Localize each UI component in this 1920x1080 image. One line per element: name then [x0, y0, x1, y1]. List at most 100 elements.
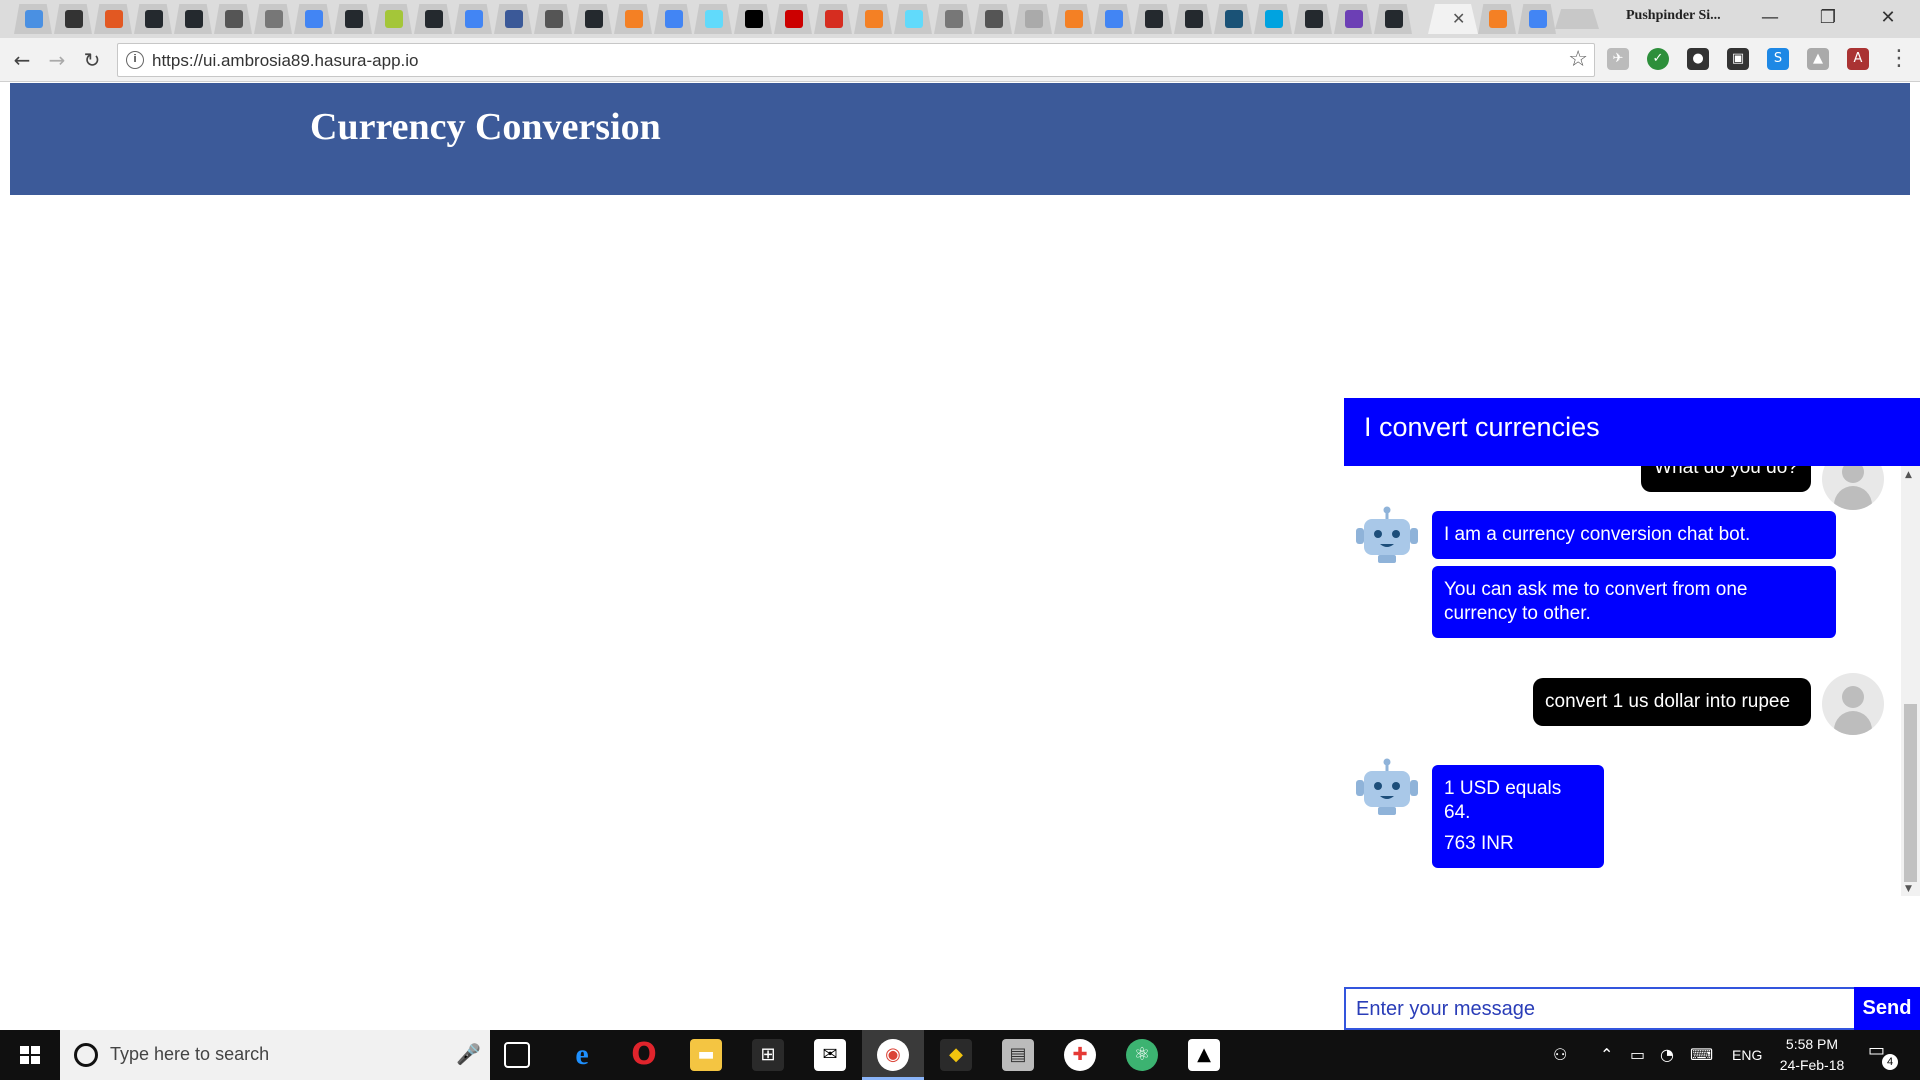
- browser-tab[interactable]: [574, 4, 612, 34]
- browser-tab[interactable]: [94, 4, 132, 34]
- browser-tab[interactable]: [1174, 4, 1212, 34]
- browser-menu-icon[interactable]: ⋮: [1888, 46, 1910, 71]
- browser-tab[interactable]: [854, 4, 892, 34]
- site-info-icon[interactable]: i: [126, 51, 144, 69]
- browser-tab[interactable]: [1054, 4, 1092, 34]
- browser-tab[interactable]: [734, 4, 772, 34]
- opera-icon[interactable]: O: [628, 1039, 660, 1071]
- browser-tab[interactable]: [774, 4, 812, 34]
- tab-favicon-icon: [625, 10, 643, 28]
- browser-tab[interactable]: [614, 4, 652, 34]
- browser-tab[interactable]: [1334, 4, 1372, 34]
- browser-tab[interactable]: [1518, 4, 1556, 34]
- tab-favicon-icon: [705, 10, 723, 28]
- tab-close-icon[interactable]: ✕: [1452, 9, 1465, 28]
- scrollbar-thumb[interactable]: [1904, 704, 1917, 882]
- send-button[interactable]: Send: [1854, 987, 1920, 1030]
- extension-icon[interactable]: S: [1767, 48, 1789, 70]
- wifi-icon[interactable]: ◔: [1660, 1045, 1674, 1064]
- address-url[interactable]: https://ui.ambrosia89.hasura-app.io: [152, 51, 419, 71]
- browser-tab[interactable]: [894, 4, 932, 34]
- chrome-icon[interactable]: ◉: [877, 1039, 909, 1071]
- chat-scrollbar[interactable]: ▲ ▼: [1901, 466, 1920, 896]
- chat-message-list[interactable]: What do you do? I am a currency conversi…: [1344, 466, 1901, 896]
- people-icon[interactable]: ⚇: [1553, 1045, 1567, 1064]
- tray-chevron-icon[interactable]: ⌃: [1600, 1045, 1613, 1064]
- tab-favicon-icon: [1345, 10, 1363, 28]
- browser-tab[interactable]: [534, 4, 572, 34]
- bookmark-star-icon[interactable]: ☆: [1568, 47, 1588, 72]
- message-input[interactable]: [1356, 993, 1846, 1025]
- taskbar-search-placeholder[interactable]: Type here to search: [110, 1044, 269, 1065]
- battery-icon[interactable]: ▭: [1630, 1045, 1645, 1064]
- browser-tab[interactable]: [1214, 4, 1252, 34]
- browser-tab[interactable]: [134, 4, 172, 34]
- profile-name[interactable]: Pushpinder Si...: [1626, 8, 1721, 24]
- app-icon[interactable]: ▤: [1002, 1039, 1034, 1071]
- browser-tab[interactable]: [414, 4, 452, 34]
- browser-tab[interactable]: [654, 4, 692, 34]
- browser-tab[interactable]: [334, 4, 372, 34]
- tab-favicon-icon: [1105, 10, 1123, 28]
- extension-icon[interactable]: ✈: [1607, 48, 1629, 70]
- browser-tab[interactable]: [494, 4, 532, 34]
- browser-tab[interactable]: [214, 4, 252, 34]
- taskbar-search[interactable]: Type here to search 🎤: [60, 1030, 490, 1080]
- browser-tab-active[interactable]: ✕: [1428, 4, 1478, 34]
- app-icon[interactable]: ✚: [1064, 1039, 1096, 1071]
- tab-favicon-icon: [1065, 10, 1083, 28]
- user-message: What do you do?: [1641, 466, 1811, 492]
- browser-tab[interactable]: [814, 4, 852, 34]
- close-window-icon[interactable]: ✕: [1863, 4, 1913, 32]
- extension-icon[interactable]: ▲: [1807, 48, 1829, 70]
- bot-message: You can ask me to convert from one curre…: [1432, 566, 1836, 638]
- extension-icon[interactable]: ✓: [1647, 48, 1669, 70]
- action-center-icon[interactable]: ▭ 4: [1868, 1040, 1898, 1070]
- robot-avatar-icon: [1356, 506, 1418, 563]
- browser-tab[interactable]: [374, 4, 412, 34]
- language-indicator[interactable]: ENG: [1732, 1047, 1762, 1063]
- scroll-down-icon[interactable]: ▼: [1905, 884, 1912, 894]
- browser-tab[interactable]: [454, 4, 492, 34]
- browser-tab[interactable]: [1294, 4, 1332, 34]
- mail-icon[interactable]: ✉: [814, 1039, 846, 1071]
- browser-tab[interactable]: [694, 4, 732, 34]
- taskbar-clock[interactable]: 5:58 PM 24-Feb-18: [1772, 1034, 1852, 1076]
- browser-tab[interactable]: [974, 4, 1012, 34]
- browser-tab[interactable]: [1478, 4, 1516, 34]
- file-explorer-icon[interactable]: ▬: [690, 1039, 722, 1071]
- new-tab-button[interactable]: [1555, 9, 1599, 29]
- browser-tab[interactable]: [934, 4, 972, 34]
- extension-icon[interactable]: A: [1847, 48, 1869, 70]
- windows-start-icon[interactable]: [0, 1030, 60, 1080]
- forward-icon[interactable]: →: [44, 47, 70, 73]
- task-view-icon[interactable]: [504, 1042, 530, 1068]
- browser-tab[interactable]: [174, 4, 212, 34]
- minimize-icon[interactable]: —: [1745, 4, 1795, 32]
- photos-icon[interactable]: ▲: [1188, 1039, 1220, 1071]
- browser-tab[interactable]: [1254, 4, 1292, 34]
- extension-icon[interactable]: ▣: [1727, 48, 1749, 70]
- browser-tab[interactable]: [1134, 4, 1172, 34]
- reload-icon[interactable]: ↻: [79, 47, 105, 73]
- browser-tab[interactable]: [254, 4, 292, 34]
- extension-icon[interactable]: ●: [1687, 48, 1709, 70]
- restore-icon[interactable]: ❐: [1803, 4, 1853, 32]
- cortana-icon[interactable]: [74, 1043, 98, 1067]
- edge-icon[interactable]: e: [566, 1039, 598, 1071]
- keyboard-icon[interactable]: ⌨: [1690, 1045, 1713, 1064]
- browser-tab[interactable]: [1374, 4, 1412, 34]
- browser-tab[interactable]: [1014, 4, 1052, 34]
- store-icon[interactable]: ⊞: [752, 1039, 784, 1071]
- address-bar[interactable]: i https://ui.ambrosia89.hasura-app.io ☆: [117, 43, 1595, 77]
- app-icon[interactable]: ⚛: [1126, 1039, 1158, 1071]
- microphone-icon[interactable]: 🎤: [456, 1042, 481, 1066]
- browser-tab[interactable]: [54, 4, 92, 34]
- browser-tab[interactable]: [294, 4, 332, 34]
- back-icon[interactable]: ←: [9, 47, 35, 73]
- browser-tab[interactable]: [1094, 4, 1132, 34]
- tab-favicon-icon: [145, 10, 163, 28]
- scroll-up-icon[interactable]: ▲: [1905, 470, 1912, 480]
- app-icon[interactable]: ◆: [940, 1039, 972, 1071]
- browser-tab[interactable]: [14, 4, 52, 34]
